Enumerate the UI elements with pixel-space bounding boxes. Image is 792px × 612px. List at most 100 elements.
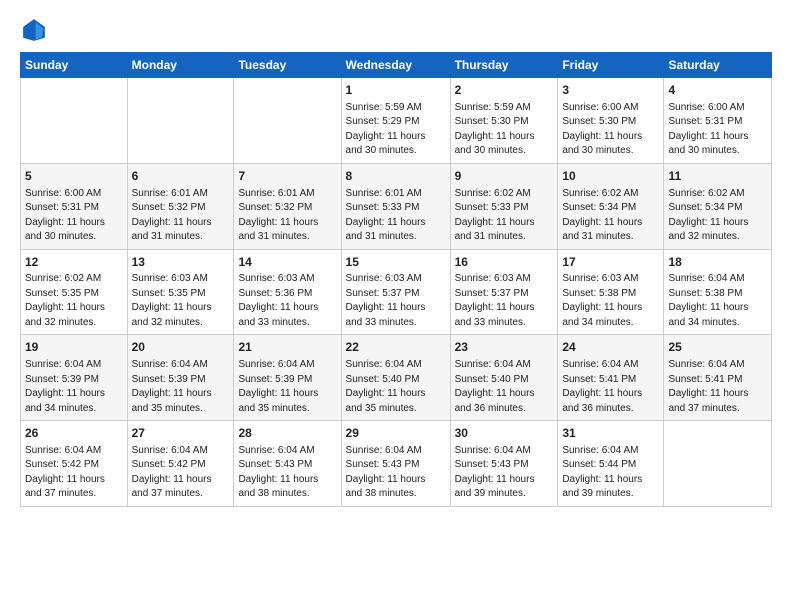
day-number: 29: [346, 425, 446, 442]
day-number: 22: [346, 339, 446, 356]
calendar-header-row: SundayMondayTuesdayWednesdayThursdayFrid…: [21, 53, 772, 78]
calendar-empty-cell: [21, 78, 128, 164]
day-info: Sunrise: 6:04 AM Sunset: 5:40 PM Dayligh…: [455, 358, 554, 416]
calendar-day-cell: 23 Sunrise: 6:04 AM Sunset: 5:40 PM Dayli…: [450, 335, 558, 421]
day-number: 21: [238, 339, 336, 356]
calendar-day-cell: 28 Sunrise: 6:04 AM Sunset: 5:43 PM Dayli…: [234, 421, 341, 507]
day-number: 20: [132, 339, 230, 356]
weekday-header: Sunday: [21, 53, 128, 78]
day-info: Sunrise: 6:03 AM Sunset: 5:35 PM Dayligh…: [132, 272, 230, 330]
weekday-header: Monday: [127, 53, 234, 78]
day-info: Sunrise: 6:04 AM Sunset: 5:41 PM Dayligh…: [668, 358, 767, 416]
calendar-empty-cell: [664, 421, 772, 507]
calendar-day-cell: 2Sunrise: 5:59 AM Sunset: 5:30 PM Daylig…: [450, 78, 558, 164]
day-info: Sunrise: 6:00 AM Sunset: 5:31 PM Dayligh…: [668, 101, 767, 159]
day-info: Sunrise: 6:02 AM Sunset: 5:34 PM Dayligh…: [668, 187, 767, 245]
day-number: 15: [346, 254, 446, 271]
calendar-week-row: 12Sunrise: 6:02 AM Sunset: 5:35 PM Dayli…: [21, 249, 772, 335]
calendar-day-cell: 8Sunrise: 6:01 AM Sunset: 5:33 PM Daylig…: [341, 163, 450, 249]
day-info: Sunrise: 6:04 AM Sunset: 5:40 PM Dayligh…: [346, 358, 446, 416]
calendar-week-row: 5Sunrise: 6:00 AM Sunset: 5:31 PM Daylig…: [21, 163, 772, 249]
day-number: 8: [346, 168, 446, 185]
calendar-day-cell: 31Sunrise: 6:04 AM Sunset: 5:44 PM Dayli…: [558, 421, 664, 507]
day-number: 18: [668, 254, 767, 271]
calendar-day-cell: 15Sunrise: 6:03 AM Sunset: 5:37 PM Dayli…: [341, 249, 450, 335]
calendar-day-cell: 20 Sunrise: 6:04 AM Sunset: 5:39 PM Dayli…: [127, 335, 234, 421]
calendar-day-cell: 6 Sunrise: 6:01 AM Sunset: 5:32 PM Daylig…: [127, 163, 234, 249]
calendar-day-cell: 25 Sunrise: 6:04 AM Sunset: 5:41 PM Dayli…: [664, 335, 772, 421]
weekday-header: Wednesday: [341, 53, 450, 78]
day-info: Sunrise: 6:04 AM Sunset: 5:43 PM Dayligh…: [346, 444, 446, 502]
calendar-week-row: 26 Sunrise: 6:04 AM Sunset: 5:42 PM Dayli…: [21, 421, 772, 507]
header: [20, 16, 772, 44]
day-number: 23: [455, 339, 554, 356]
weekday-header: Saturday: [664, 53, 772, 78]
calendar-day-cell: 22 Sunrise: 6:04 AM Sunset: 5:40 PM Dayli…: [341, 335, 450, 421]
day-number: 26: [25, 425, 123, 442]
day-number: 7: [238, 168, 336, 185]
day-info: Sunrise: 5:59 AM Sunset: 5:29 PM Dayligh…: [346, 101, 446, 159]
day-info: Sunrise: 6:02 AM Sunset: 5:35 PM Dayligh…: [25, 272, 123, 330]
logo: [20, 16, 52, 44]
day-info: Sunrise: 6:01 AM Sunset: 5:32 PM Dayligh…: [132, 187, 230, 245]
calendar-week-row: 19 Sunrise: 6:04 AM Sunset: 5:39 PM Dayli…: [21, 335, 772, 421]
generalblue-logo-icon: [20, 16, 48, 44]
day-number: 27: [132, 425, 230, 442]
day-info: Sunrise: 5:59 AM Sunset: 5:30 PM Dayligh…: [455, 101, 554, 159]
day-info: Sunrise: 6:03 AM Sunset: 5:38 PM Dayligh…: [562, 272, 659, 330]
day-number: 6: [132, 168, 230, 185]
calendar-empty-cell: [127, 78, 234, 164]
calendar-day-cell: 11 Sunrise: 6:02 AM Sunset: 5:34 PM Dayli…: [664, 163, 772, 249]
day-info: Sunrise: 6:04 AM Sunset: 5:43 PM Dayligh…: [238, 444, 336, 502]
weekday-header: Tuesday: [234, 53, 341, 78]
calendar-day-cell: 5Sunrise: 6:00 AM Sunset: 5:31 PM Daylig…: [21, 163, 128, 249]
day-info: Sunrise: 6:01 AM Sunset: 5:32 PM Dayligh…: [238, 187, 336, 245]
calendar-day-cell: 18Sunrise: 6:04 AM Sunset: 5:38 PM Dayli…: [664, 249, 772, 335]
calendar-day-cell: 3 Sunrise: 6:00 AM Sunset: 5:30 PM Daylig…: [558, 78, 664, 164]
day-info: Sunrise: 6:03 AM Sunset: 5:37 PM Dayligh…: [346, 272, 446, 330]
day-info: Sunrise: 6:04 AM Sunset: 5:39 PM Dayligh…: [238, 358, 336, 416]
day-info: Sunrise: 6:00 AM Sunset: 5:31 PM Dayligh…: [25, 187, 123, 245]
day-info: Sunrise: 6:04 AM Sunset: 5:38 PM Dayligh…: [668, 272, 767, 330]
calendar-day-cell: 24 Sunrise: 6:04 AM Sunset: 5:41 PM Dayli…: [558, 335, 664, 421]
calendar-table: SundayMondayTuesdayWednesdayThursdayFrid…: [20, 52, 772, 507]
calendar-day-cell: 9 Sunrise: 6:02 AM Sunset: 5:33 PM Daylig…: [450, 163, 558, 249]
day-number: 9: [455, 168, 554, 185]
day-info: Sunrise: 6:04 AM Sunset: 5:39 PM Dayligh…: [132, 358, 230, 416]
calendar-day-cell: 16Sunrise: 6:03 AM Sunset: 5:37 PM Dayli…: [450, 249, 558, 335]
day-info: Sunrise: 6:04 AM Sunset: 5:42 PM Dayligh…: [132, 444, 230, 502]
day-number: 3: [562, 82, 659, 99]
calendar-day-cell: 19Sunrise: 6:04 AM Sunset: 5:39 PM Dayli…: [21, 335, 128, 421]
day-number: 14: [238, 254, 336, 271]
day-number: 11: [668, 168, 767, 185]
calendar-day-cell: 21 Sunrise: 6:04 AM Sunset: 5:39 PM Dayli…: [234, 335, 341, 421]
day-number: 24: [562, 339, 659, 356]
calendar-day-cell: 17Sunrise: 6:03 AM Sunset: 5:38 PM Dayli…: [558, 249, 664, 335]
day-number: 30: [455, 425, 554, 442]
day-number: 19: [25, 339, 123, 356]
calendar-day-cell: 7 Sunrise: 6:01 AM Sunset: 5:32 PM Daylig…: [234, 163, 341, 249]
calendar-day-cell: 27 Sunrise: 6:04 AM Sunset: 5:42 PM Dayli…: [127, 421, 234, 507]
day-info: Sunrise: 6:00 AM Sunset: 5:30 PM Dayligh…: [562, 101, 659, 159]
page: SundayMondayTuesdayWednesdayThursdayFrid…: [0, 0, 792, 612]
calendar-day-cell: 4Sunrise: 6:00 AM Sunset: 5:31 PM Daylig…: [664, 78, 772, 164]
calendar-day-cell: 13Sunrise: 6:03 AM Sunset: 5:35 PM Dayli…: [127, 249, 234, 335]
day-number: 25: [668, 339, 767, 356]
calendar-week-row: 1 Sunrise: 5:59 AM Sunset: 5:29 PM Daylig…: [21, 78, 772, 164]
day-info: Sunrise: 6:02 AM Sunset: 5:34 PM Dayligh…: [562, 187, 659, 245]
calendar-day-cell: 14Sunrise: 6:03 AM Sunset: 5:36 PM Dayli…: [234, 249, 341, 335]
day-number: 1: [346, 82, 446, 99]
day-number: 12: [25, 254, 123, 271]
day-number: 13: [132, 254, 230, 271]
weekday-header: Thursday: [450, 53, 558, 78]
day-number: 17: [562, 254, 659, 271]
day-info: Sunrise: 6:03 AM Sunset: 5:36 PM Dayligh…: [238, 272, 336, 330]
day-info: Sunrise: 6:02 AM Sunset: 5:33 PM Dayligh…: [455, 187, 554, 245]
day-info: Sunrise: 6:03 AM Sunset: 5:37 PM Dayligh…: [455, 272, 554, 330]
calendar-day-cell: 1 Sunrise: 5:59 AM Sunset: 5:29 PM Daylig…: [341, 78, 450, 164]
calendar-empty-cell: [234, 78, 341, 164]
day-info: Sunrise: 6:04 AM Sunset: 5:41 PM Dayligh…: [562, 358, 659, 416]
calendar-day-cell: 30Sunrise: 6:04 AM Sunset: 5:43 PM Dayli…: [450, 421, 558, 507]
day-number: 28: [238, 425, 336, 442]
day-number: 16: [455, 254, 554, 271]
